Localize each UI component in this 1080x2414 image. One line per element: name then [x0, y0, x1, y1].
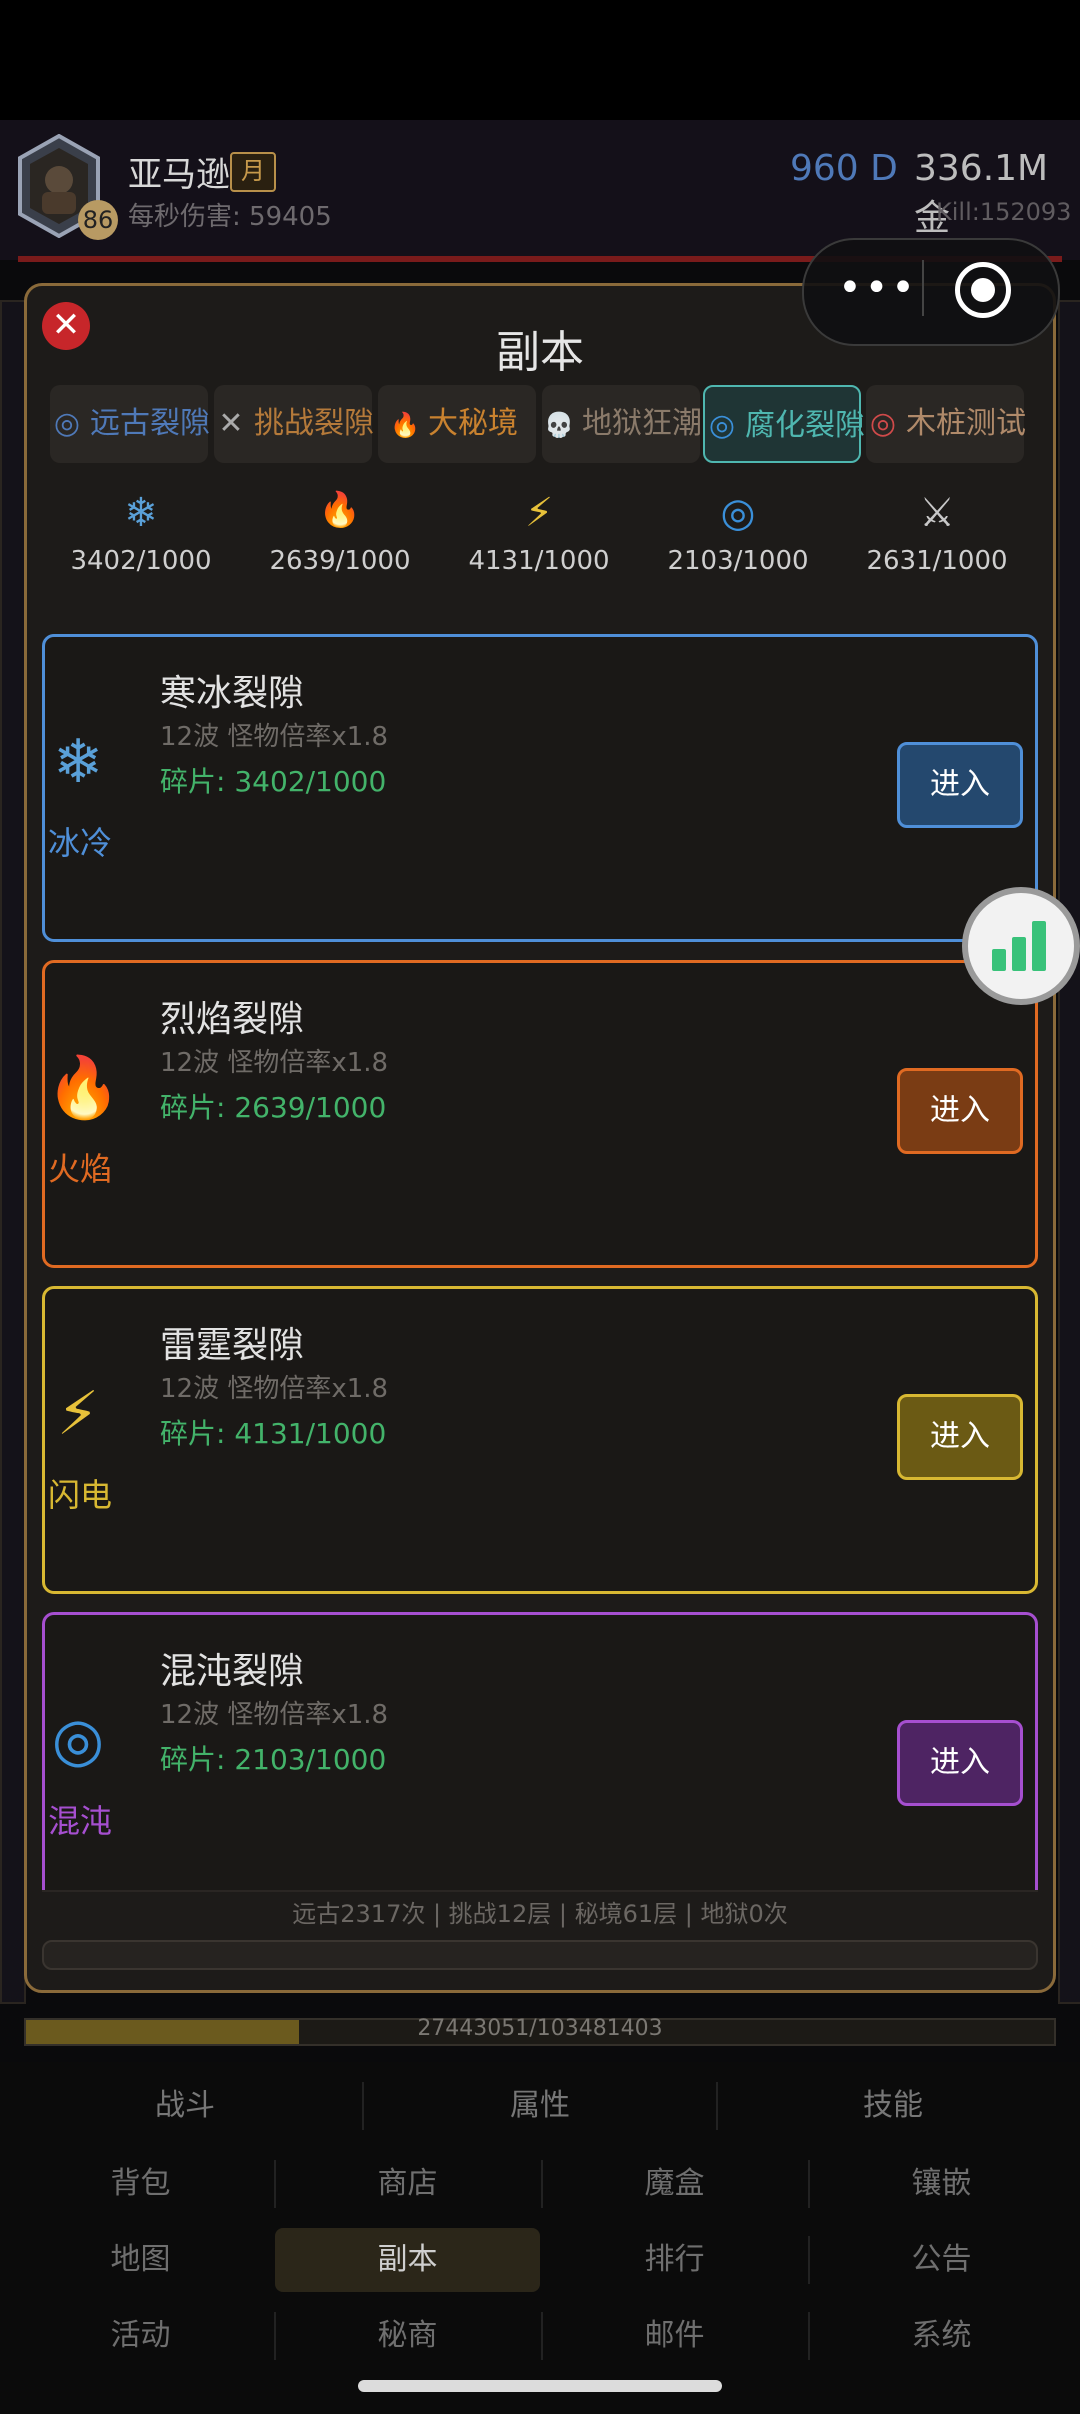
dps-readout: 每秒伤害: 59405: [128, 202, 332, 232]
snowflake-icon: ❄: [52, 727, 104, 797]
diamond-count: 960 D: [790, 148, 898, 189]
nav-announcement[interactable]: 公告: [809, 2228, 1074, 2292]
nav-secret-shop[interactable]: 秘商: [275, 2304, 540, 2368]
nav-skills[interactable]: 技能: [713, 2076, 1073, 2136]
nav-ranking[interactable]: 排行: [542, 2228, 807, 2292]
rift-name: 雷霆裂隙: [160, 1325, 305, 1366]
divider: [274, 2312, 276, 2360]
enter-button[interactable]: 进入: [897, 742, 1023, 828]
swirl-icon: ◎: [51, 1705, 105, 1775]
horizontal-scrollbar[interactable]: [42, 1940, 1038, 1970]
tab-hell-tide[interactable]: 💀 地狱狂潮: [542, 385, 702, 463]
background-panel: [0, 300, 26, 2004]
tab-label: 挑战裂隙: [254, 406, 374, 441]
enter-button[interactable]: 进入: [897, 1068, 1023, 1154]
rift-name: 混沌裂隙: [160, 1651, 305, 1692]
tab-label: 腐化裂隙: [745, 408, 865, 443]
home-indicator[interactable]: [358, 2380, 722, 2392]
rift-info: 12波 怪物倍率x1.8: [160, 1048, 389, 1078]
nav-inlay[interactable]: 镶嵌: [809, 2152, 1074, 2216]
resource-value: 4131/1000: [468, 546, 610, 576]
resource-value: 3402/1000: [70, 546, 212, 576]
more-menu-icon[interactable]: •••: [834, 262, 922, 318]
gold-count: 336.1M 金: [914, 148, 1049, 239]
status-bar: [0, 0, 1080, 120]
rift-fragments: 碎片: 2639/1000: [160, 1091, 387, 1124]
lightning-icon: ⚡: [524, 490, 554, 536]
flame-icon: 🔥: [318, 490, 362, 530]
kill-count: Kill:152093: [936, 198, 1072, 226]
experience-text: 27443051/103481403: [417, 2016, 663, 2041]
nav-events[interactable]: 活动: [8, 2304, 273, 2368]
nav-mail[interactable]: 邮件: [542, 2304, 807, 2368]
tab-challenge-rift[interactable]: ✕ 挑战裂隙: [214, 385, 374, 463]
capsule-divider: [922, 260, 924, 316]
flame-icon: 🔥: [390, 411, 420, 439]
rift-info: 12波 怪物倍率x1.8: [160, 1700, 389, 1730]
player-name: 亚马逊: [128, 155, 230, 195]
background-panel: [1058, 300, 1080, 2004]
resource-value: 2639/1000: [269, 546, 411, 576]
nav-magic-box[interactable]: 魔盒: [542, 2152, 807, 2216]
tab-label: 远古裂隙: [90, 406, 210, 441]
resource-physical: ⚔ 2631/1000: [862, 490, 1012, 576]
resource-fire: 🔥 2639/1000: [265, 490, 415, 576]
rift-info: 12波 怪物倍率x1.8: [160, 1374, 389, 1404]
divider: [808, 2160, 810, 2208]
floating-stats-button[interactable]: [962, 887, 1080, 1005]
divider: [808, 2312, 810, 2360]
element-label: 冰冷: [48, 824, 113, 862]
nav-dungeon[interactable]: 副本: [275, 2228, 540, 2292]
nav-shop[interactable]: 商店: [275, 2152, 540, 2216]
close-miniprogram-icon[interactable]: [955, 262, 1011, 318]
tab-label: 大秘境: [428, 406, 518, 441]
divider: [274, 2160, 276, 2208]
tab-ancient-rift[interactable]: ◎ 远古裂隙: [50, 385, 210, 463]
tab-label: 地狱狂潮: [582, 406, 702, 441]
nav-attributes[interactable]: 属性: [360, 2076, 720, 2136]
divider: [541, 2160, 543, 2208]
nav-battle[interactable]: 战斗: [5, 2076, 365, 2136]
resource-value: 2103/1000: [667, 546, 809, 576]
element-label: 火焰: [48, 1150, 113, 1188]
enter-button[interactable]: 进入: [897, 1720, 1023, 1806]
resource-lightning: ⚡ 4131/1000: [464, 490, 614, 576]
tab-dummy-test[interactable]: ◎ 木桩测试: [866, 385, 1026, 463]
snowflake-icon: ❄: [124, 490, 158, 536]
rift-name: 烈焰裂隙: [160, 999, 305, 1040]
rift-fragments: 碎片: 3402/1000: [160, 765, 387, 798]
rift-name: 寒冰裂隙: [160, 673, 305, 714]
crossed-swords-icon: ✕: [218, 406, 244, 441]
swirl-icon: ◎: [720, 490, 756, 536]
resource-chaos: ◎ 2103/1000: [663, 490, 813, 576]
level-badge: 86: [78, 200, 118, 240]
rift-stats-footer: 远古2317次 | 挑战12层 | 秘境61层 | 地狱0次: [42, 1890, 1038, 1936]
lightning-icon: ⚡: [56, 1379, 100, 1449]
monthly-card-badge: 月: [230, 152, 276, 192]
element-label: 闪电: [48, 1476, 113, 1514]
resource-value: 2631/1000: [866, 546, 1008, 576]
nav-map[interactable]: 地图: [8, 2228, 273, 2292]
target-icon: ◎: [869, 406, 897, 441]
element-label: 混沌: [48, 1802, 113, 1840]
rift-fragments: 碎片: 2103/1000: [160, 1743, 387, 1776]
tab-greater-rift[interactable]: 🔥 大秘境: [378, 385, 536, 463]
crossed-swords-icon: ⚔: [919, 490, 955, 536]
resource-ice: ❄ 3402/1000: [66, 490, 216, 576]
rift-info: 12波 怪物倍率x1.8: [160, 722, 389, 752]
swirl-icon: ◎: [53, 406, 81, 441]
flame-icon: 🔥: [46, 1053, 121, 1123]
divider: [808, 2236, 810, 2284]
rift-fragments: 碎片: 4131/1000: [160, 1417, 387, 1450]
skull-icon: 💀: [544, 411, 574, 439]
bar-chart-icon: [992, 921, 1046, 971]
tab-corrupted-rift[interactable]: ◎ 腐化裂隙: [703, 385, 865, 463]
nav-system[interactable]: 系统: [809, 2304, 1074, 2368]
tab-label: 木桩测试: [906, 406, 1026, 441]
enter-button[interactable]: 进入: [897, 1394, 1023, 1480]
swirl-icon: ◎: [708, 408, 736, 443]
divider: [541, 2312, 543, 2360]
nav-bag[interactable]: 背包: [8, 2152, 273, 2216]
